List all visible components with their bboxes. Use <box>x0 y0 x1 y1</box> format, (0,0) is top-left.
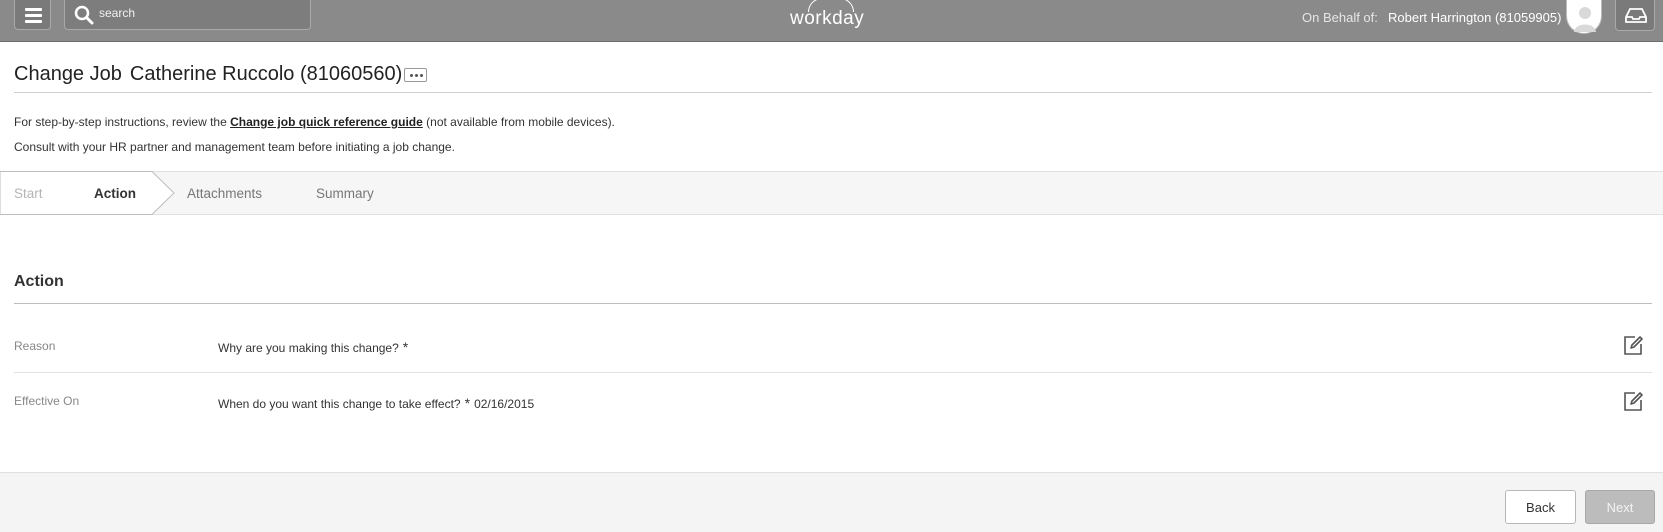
worker-name[interactable]: Catherine Ruccolo (81060560) <box>130 63 402 85</box>
search-input[interactable]: search <box>64 0 311 30</box>
title-divider <box>14 92 1652 93</box>
next-button[interactable]: Next <box>1585 490 1655 524</box>
top-bar: search workday On Behalf of: Robert Harr… <box>0 0 1663 42</box>
effective-on-label: Effective On <box>14 394 80 408</box>
row-divider <box>14 372 1652 373</box>
required-marker: * <box>464 395 471 411</box>
effective-on-prompt: When do you want this change to take eff… <box>218 397 461 411</box>
search-icon <box>74 5 94 25</box>
instructions-suffix: (not available from mobile devices). <box>422 115 615 129</box>
back-button[interactable]: Back <box>1505 490 1576 524</box>
step-action[interactable]: Action <box>94 186 136 201</box>
page-title: Change Job Catherine Ruccolo (81060560) <box>14 63 402 86</box>
instructions-text: For step-by-step instructions, review th… <box>14 115 615 129</box>
footer-bar <box>0 472 1663 532</box>
menu-icon[interactable] <box>14 0 51 30</box>
reason-prompt: Why are you making this change? <box>218 341 399 355</box>
workday-logo[interactable]: workday <box>790 8 864 30</box>
inbox-icon[interactable] <box>1615 0 1655 31</box>
effective-on-field: When do you want this change to take eff… <box>218 395 534 411</box>
on-behalf-label: On Behalf of: <box>1302 10 1378 25</box>
step-start[interactable]: Start <box>14 186 43 201</box>
quick-reference-link[interactable]: Change job quick reference guide <box>230 115 423 129</box>
related-actions-icon[interactable] <box>404 68 427 82</box>
instructions-prefix: For step-by-step instructions, review th… <box>14 115 231 129</box>
edit-icon[interactable] <box>1622 390 1644 412</box>
effective-on-value: 02/16/2015 <box>474 397 535 411</box>
on-behalf-name: Robert Harrington (81059905) <box>1388 10 1562 25</box>
section-title: Action <box>14 273 64 290</box>
search-placeholder: search <box>99 6 136 20</box>
consult-text: Consult with your HR partner and managem… <box>14 140 455 154</box>
section-divider <box>14 303 1652 304</box>
reason-label: Reason <box>14 339 56 353</box>
avatar-icon[interactable] <box>1566 0 1602 34</box>
step-summary[interactable]: Summary <box>316 186 374 201</box>
task-title: Change Job <box>14 63 122 85</box>
required-marker: * <box>402 339 409 355</box>
reason-field: Why are you making this change? * <box>218 339 412 355</box>
step-attachments[interactable]: Attachments <box>187 186 262 201</box>
edit-icon[interactable] <box>1622 334 1644 356</box>
